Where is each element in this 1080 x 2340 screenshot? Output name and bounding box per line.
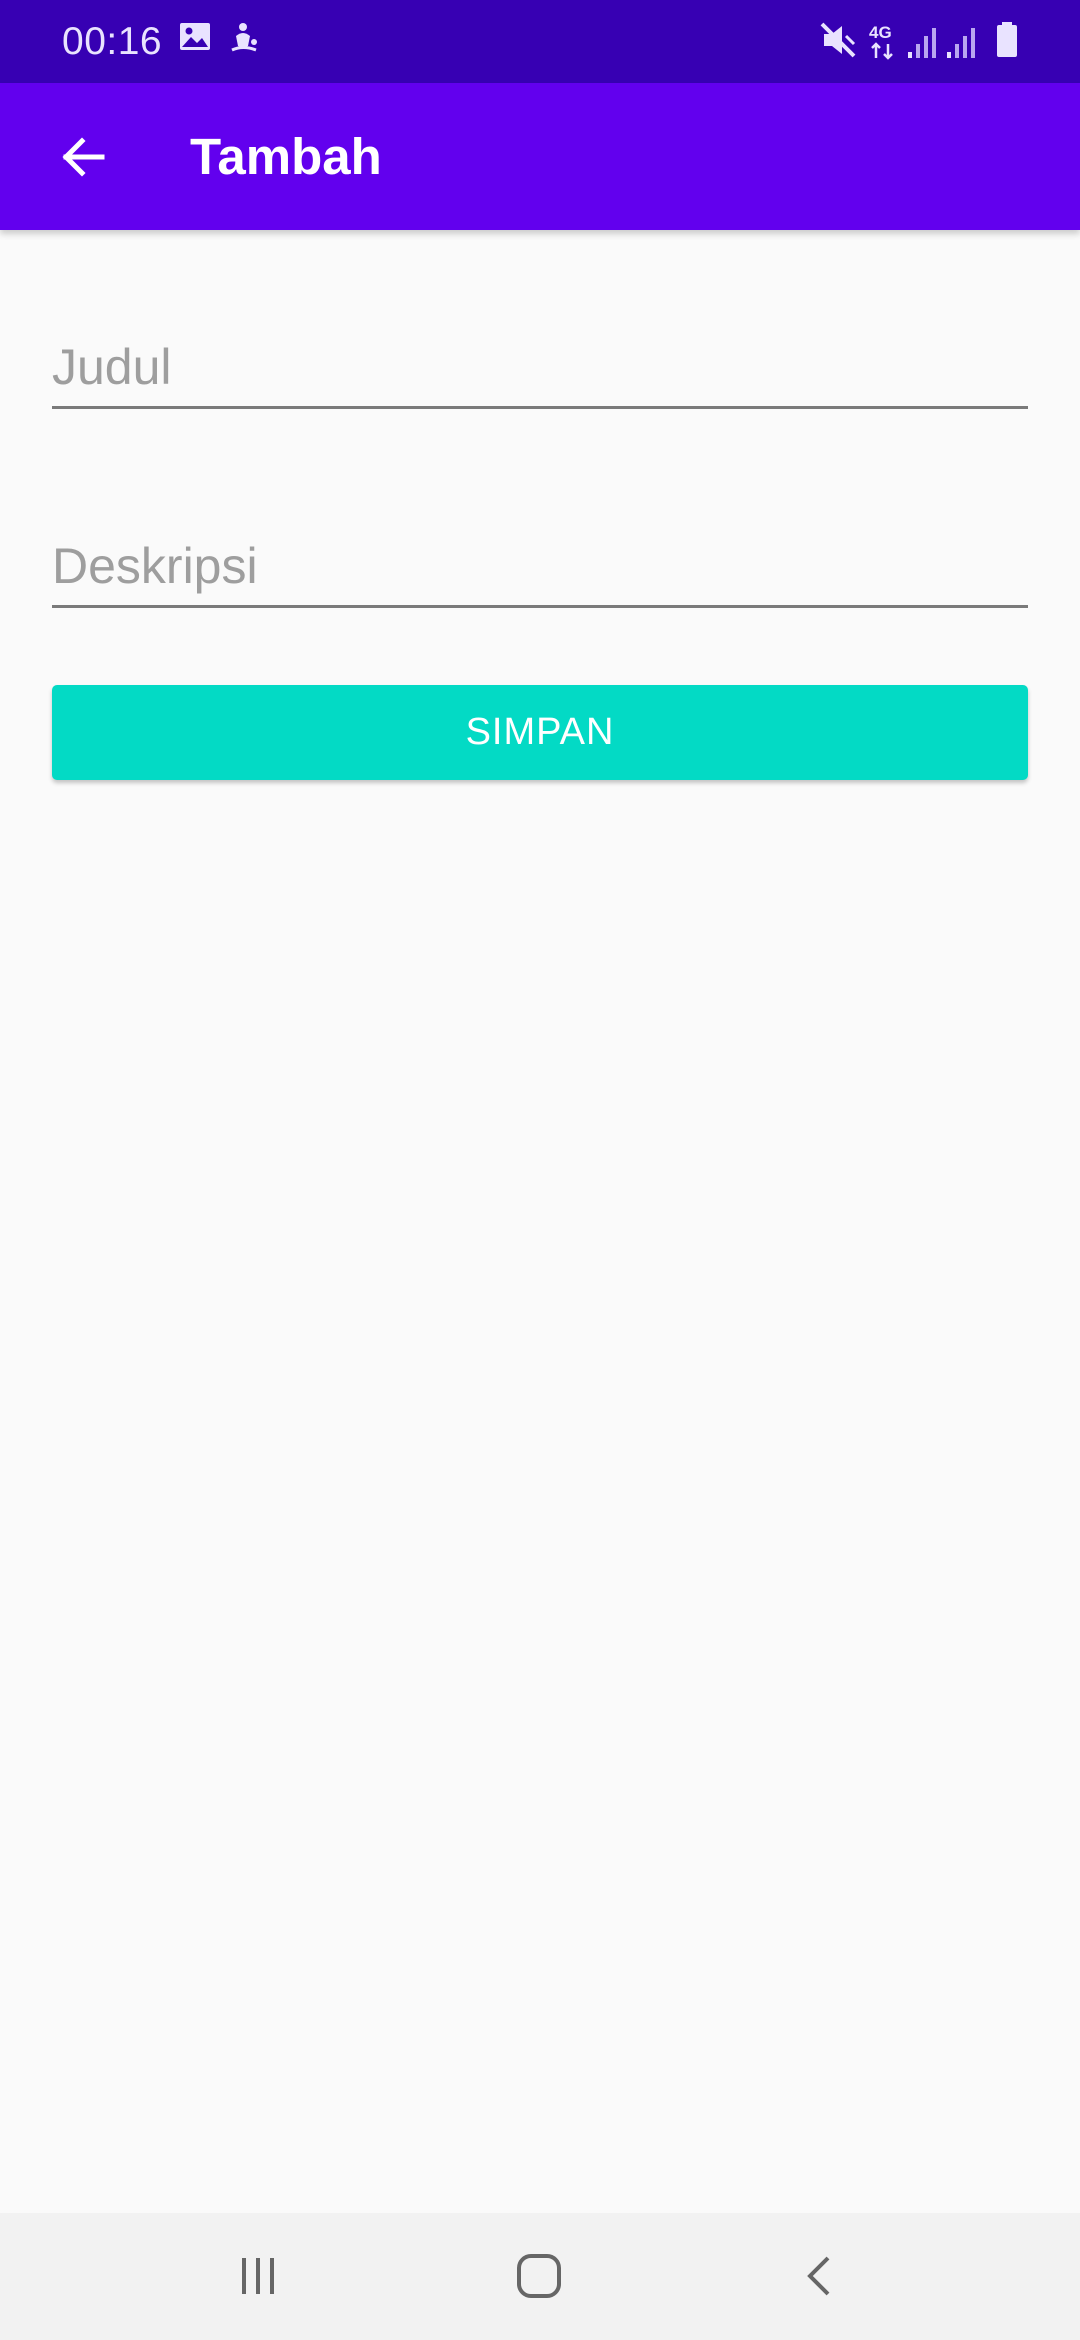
home-button[interactable] [479, 2231, 599, 2321]
back-icon [807, 2256, 830, 2296]
svg-text:4G: 4G [869, 23, 892, 42]
battery-icon [994, 18, 1020, 62]
android-debug-icon [226, 20, 266, 60]
recent-apps-button[interactable] [198, 2231, 318, 2321]
back-button[interactable] [34, 109, 130, 205]
navigation-bar [0, 2213, 1080, 2340]
judul-field [52, 329, 1028, 409]
deskripsi-field [52, 528, 1028, 608]
status-time: 00:16 [62, 20, 163, 63]
arrow-left-icon [62, 137, 105, 177]
deskripsi-underline [52, 605, 1028, 608]
network-4g-icon: 4G [866, 18, 902, 62]
home-icon [517, 2254, 561, 2298]
status-bar: 00:16 4G [0, 0, 1080, 83]
image-icon [178, 20, 218, 60]
save-button[interactable]: SIMPAN [52, 685, 1028, 780]
mute-icon [818, 18, 862, 62]
signal-icon [906, 18, 940, 62]
page-title: Tambah [190, 128, 382, 185]
nav-back-button[interactable] [760, 2231, 880, 2321]
judul-underline [52, 406, 1028, 409]
signal-icon [945, 18, 979, 62]
judul-input[interactable] [52, 329, 1028, 405]
app-bar: Tambah [0, 83, 1080, 230]
recent-apps-icon [242, 2258, 274, 2294]
deskripsi-input[interactable] [52, 528, 1028, 604]
